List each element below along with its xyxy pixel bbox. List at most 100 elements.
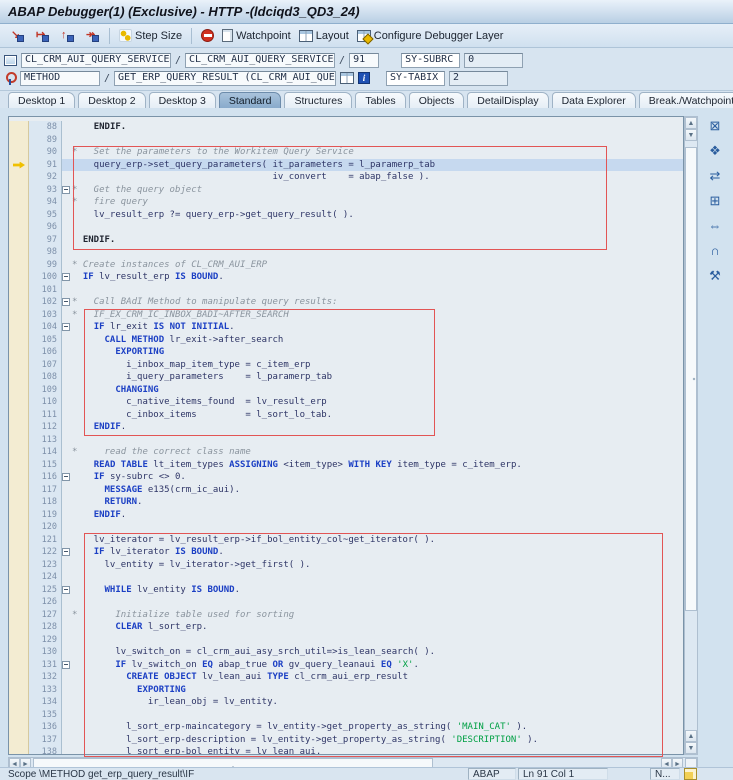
code-line[interactable]: 126 <box>9 596 683 609</box>
breakpoint-margin[interactable] <box>9 258 29 271</box>
breakpoint-margin[interactable] <box>9 483 29 496</box>
tab-desktop-1[interactable]: Desktop 1 <box>8 92 76 109</box>
services-tool-icon[interactable]: ⚒ <box>707 268 724 283</box>
tab-break-watchpoints[interactable]: Break./Watchpoints <box>638 92 733 109</box>
code-line[interactable]: 97 ENDIF. <box>9 233 683 246</box>
info-icon[interactable] <box>358 72 371 84</box>
breakpoint-margin[interactable] <box>9 696 29 709</box>
code-line[interactable]: 91 query_erp->set_query_parameters( it_p… <box>9 158 683 171</box>
breakpoint-margin[interactable] <box>9 146 29 159</box>
code-line[interactable]: 92 iv_convert = abap_false ). <box>9 171 683 184</box>
breakpoint-margin[interactable] <box>9 721 29 734</box>
breakpoint-margin[interactable] <box>9 633 29 646</box>
configure-debugger-layer-button[interactable]: Configure Debugger Layer <box>353 29 508 43</box>
swap-sessions-icon[interactable]: ⇄ <box>707 168 724 183</box>
new-session-icon[interactable]: ❖ <box>707 143 724 158</box>
scroll-down-icon[interactable]: ▼ <box>685 129 697 141</box>
step-into-button[interactable]: ↘ <box>6 28 29 44</box>
code-line[interactable]: 111 c_inbox_items = l_sort_lo_tab. <box>9 408 683 421</box>
tab-tables[interactable]: Tables <box>355 92 406 109</box>
code-line[interactable]: 104 IF lr_exit IS NOT INITIAL. <box>9 321 683 334</box>
line-number-field[interactable]: 91 <box>349 52 380 68</box>
code-line[interactable]: 89 <box>9 133 683 146</box>
breakpoint-margin[interactable] <box>9 283 29 296</box>
breakpoint-margin[interactable] <box>9 458 29 471</box>
tab-detaildisplay[interactable]: DetailDisplay <box>467 92 549 109</box>
tab-desktop-3[interactable]: Desktop 3 <box>148 92 216 109</box>
sy-tabix-label-field[interactable]: SY-TABIX <box>386 70 446 86</box>
watchpoint-button[interactable]: Watchpoint <box>218 28 295 43</box>
breakpoint-margin[interactable] <box>9 383 29 396</box>
close-icon[interactable]: ⊠ <box>707 118 724 133</box>
code-line[interactable]: 122 IF lv_iterator IS BOUND. <box>9 546 683 559</box>
code-line[interactable]: 95 lv_result_erp ?= query_erp->get_query… <box>9 208 683 221</box>
tab-structures[interactable]: Structures <box>284 92 353 109</box>
code-line[interactable]: 120 <box>9 521 683 534</box>
tab-data-explorer[interactable]: Data Explorer <box>551 92 636 109</box>
breakpoint-margin[interactable] <box>9 158 29 171</box>
code-line[interactable]: 107 i_inbox_map_item_type = c_item_erp <box>9 358 683 371</box>
code-line[interactable]: 90 * Set the parameters to the Workitem Q… <box>9 146 683 159</box>
breakpoint-margin[interactable] <box>9 558 29 571</box>
fold-collapse-icon[interactable] <box>62 323 70 331</box>
breakpoint-margin[interactable] <box>9 546 29 559</box>
code-line[interactable]: 137 l_sort_erp-description = lv_entity->… <box>9 733 683 746</box>
breakpoint-margin[interactable] <box>9 208 29 221</box>
code-line[interactable]: 100 IF lv_result_erp IS BOUND. <box>9 271 683 284</box>
breakpoint-margin[interactable] <box>9 408 29 421</box>
breakpoint-margin[interactable] <box>9 271 29 284</box>
code-line[interactable]: 94 * fire query <box>9 196 683 209</box>
breakpoint-margin[interactable] <box>9 296 29 309</box>
breakpoint-margin[interactable] <box>9 196 29 209</box>
breakpoint-margin[interactable] <box>9 246 29 259</box>
breakpoint-margin[interactable] <box>9 171 29 184</box>
breakpoint-margin[interactable] <box>9 671 29 684</box>
code-line[interactable]: 133 EXPORTING <box>9 683 683 696</box>
code-line[interactable]: 138 l_sort_erp-bol_entity = lv_lean_aui. <box>9 746 683 754</box>
code-line[interactable]: 115 READ TABLE lt_item_types ASSIGNING <… <box>9 458 683 471</box>
maximize-icon[interactable]: ⊞ <box>707 193 724 208</box>
breakpoint-margin[interactable] <box>9 183 29 196</box>
fold-collapse-icon[interactable] <box>62 185 70 194</box>
code-line[interactable]: 99 * Create instances of CL_CRM_AUI_ERP <box>9 258 683 271</box>
breakpoint-margin[interactable] <box>9 421 29 434</box>
code-line[interactable]: 98 <box>9 246 683 259</box>
code-line[interactable]: 119 ENDIF. <box>9 508 683 521</box>
breakpoint-margin[interactable] <box>9 521 29 534</box>
fold-collapse-icon[interactable] <box>62 660 70 669</box>
code-line[interactable]: 134 ir_lean_obj = lv_entity. <box>9 696 683 709</box>
code-line[interactable]: 127 * Initialize table used for sorting <box>9 608 683 621</box>
code-line[interactable]: 118 RETURN. <box>9 496 683 509</box>
breakpoint-margin[interactable] <box>9 746 29 754</box>
code-line[interactable]: 131 IF lv_switch_on EQ abap_true OR gv_q… <box>9 658 683 671</box>
vertical-scroll-thumb[interactable] <box>685 147 697 611</box>
code-line[interactable]: 96 <box>9 221 683 234</box>
code-line[interactable]: 130 lv_switch_on = cl_crm_aui_asy_srch_u… <box>9 646 683 659</box>
breakpoint-margin[interactable] <box>9 508 29 521</box>
code-line[interactable]: 125 WHILE lv_entity IS BOUND. <box>9 583 683 596</box>
sy-subrc-label-field[interactable]: SY-SUBRC <box>401 52 461 68</box>
breakpoint-margin[interactable] <box>9 583 29 596</box>
breakpoint-margin[interactable] <box>9 621 29 634</box>
code-line[interactable]: 116 IF sy-subrc <> 0. <box>9 471 683 484</box>
breakpoint-margin[interactable] <box>9 433 29 446</box>
sy-subrc-value-field[interactable]: 0 <box>464 52 524 68</box>
breakpoint-margin[interactable] <box>9 471 29 484</box>
step-over-button[interactable]: ↦ <box>31 28 54 44</box>
tab-standard[interactable]: Standard <box>218 92 282 109</box>
code-line[interactable]: 114 * read the correct class name <box>9 446 683 459</box>
fold-collapse-icon[interactable] <box>62 585 70 594</box>
breakpoint-margin[interactable] <box>9 221 29 234</box>
event-kind-field[interactable]: METHOD <box>20 70 100 86</box>
breakpoint-margin[interactable] <box>9 571 29 584</box>
code-line[interactable]: 108 i_query_parameters = l_paramerp_tab <box>9 371 683 384</box>
breakpoint-stop-button[interactable] <box>197 28 218 43</box>
breakpoint-margin[interactable] <box>9 533 29 546</box>
code-line[interactable]: 102 * Call BAdI Method to manipulate quer… <box>9 296 683 309</box>
event-name-field[interactable]: GET_ERP_QUERY_RESULT (CL_CRM_AUI_QUERY_S… <box>114 70 337 86</box>
code-line[interactable]: 103 * IF_EX_CRM_IC_INBOX_BADI~AFTER_SEARC… <box>9 308 683 321</box>
scroll-up-icon[interactable]: ▲ <box>685 730 697 742</box>
breakpoint-margin[interactable] <box>9 496 29 509</box>
code-line[interactable]: 106 EXPORTING <box>9 346 683 359</box>
vertical-scrollbar[interactable]: ▲ ▼ ▲ ▼ <box>684 116 698 755</box>
